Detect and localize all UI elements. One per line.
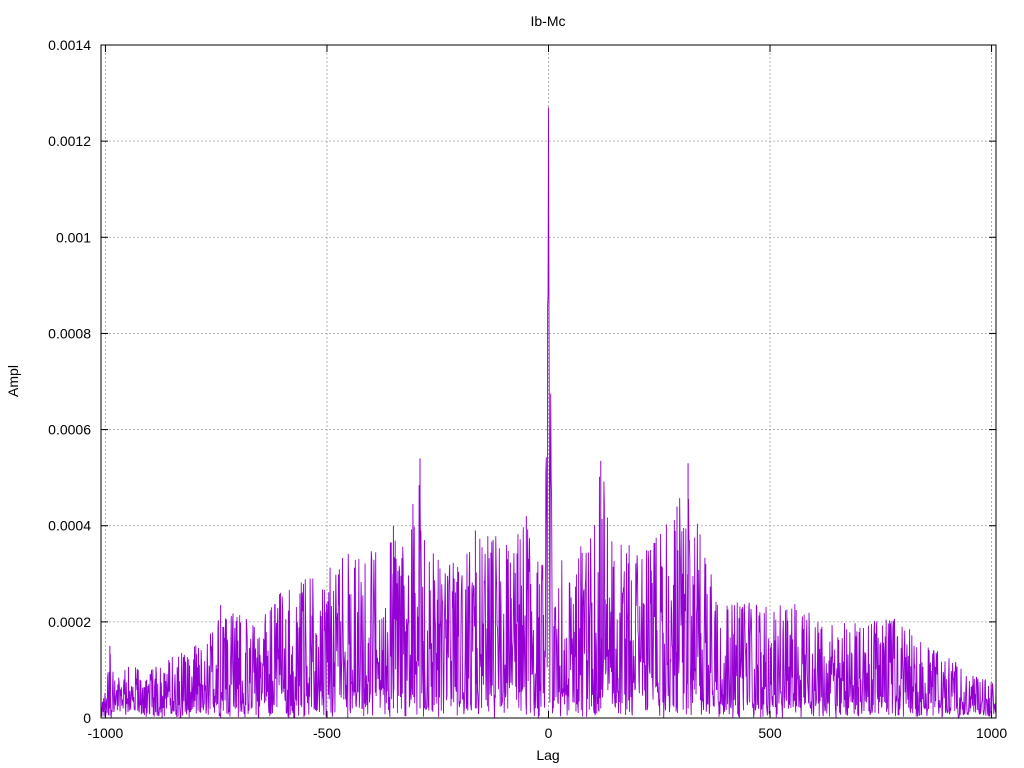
y-axis-label: Ampl (5, 365, 21, 397)
y-tick-label: 0 (83, 710, 91, 726)
y-tick-label: 0.0006 (48, 422, 91, 438)
x-axis-label: Lag (536, 747, 559, 763)
y-tick-label: 0.0002 (48, 614, 91, 630)
y-tick-label: 0.001 (56, 229, 91, 245)
x-tick-label: -1000 (88, 725, 124, 741)
y-tick-label: 0.0004 (48, 518, 91, 534)
x-tick-label: 500 (758, 725, 782, 741)
y-tick-label: 0.0008 (48, 325, 91, 341)
y-tick-label: 0.0014 (48, 37, 91, 53)
chart: Ib-Mc 0 0.0002 0.0004 0.0006 0.0008 0.001 0.00… (5, 13, 1007, 763)
x-tick-label: 1000 (976, 725, 1007, 741)
y-tick-label: 0.0012 (48, 133, 91, 149)
x-tick-label: 0 (545, 725, 553, 741)
x-tick-label: -500 (313, 725, 341, 741)
chart-title: Ib-Mc (531, 13, 566, 29)
